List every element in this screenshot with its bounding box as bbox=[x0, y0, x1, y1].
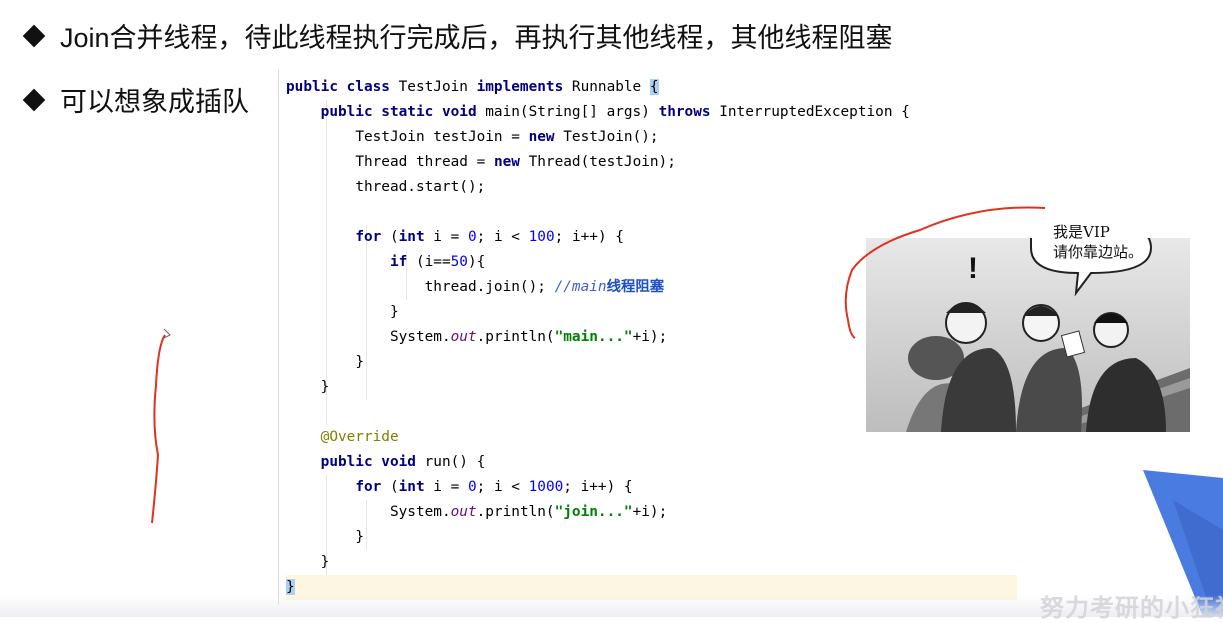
code-line: } bbox=[320, 554, 330, 570]
code-line: for (int i = 0; i < 1000; i++) { bbox=[355, 479, 633, 495]
video-watermark: 努力考研的小狂神 bbox=[1040, 595, 1223, 622]
bullet-text: Join合并线程，待此线程执行完成后，再执行其他线程，其他线程阻塞 bbox=[60, 23, 893, 53]
code-line: Thread thread = new Thread(testJoin); bbox=[355, 154, 676, 170]
speech-line: 我是VIP bbox=[1053, 223, 1110, 241]
code-line: TestJoin testJoin = new TestJoin(); bbox=[355, 129, 659, 145]
editor-gutter bbox=[278, 70, 279, 605]
red-annotation-stroke-cartoon bbox=[844, 206, 1046, 339]
red-annotation-stroke-left bbox=[151, 328, 171, 524]
code-line: } bbox=[355, 529, 364, 545]
code-line: System.out.println("join..."+i); bbox=[389, 504, 668, 520]
diamond-bullet-icon bbox=[22, 88, 46, 111]
bullet-item-join: Join合并线程，待此线程执行完成后，再执行其他线程，其他线程阻塞 bbox=[22, 16, 893, 55]
code-line: public static void main(String[] args) t… bbox=[320, 104, 910, 120]
speech-line: 请你靠边站。 bbox=[1053, 243, 1144, 261]
bullet-text: 可以想象成插队 bbox=[60, 87, 249, 117]
code-line: public void run() { bbox=[320, 454, 486, 470]
bullet-item-queue-jump: 可以想象成插队 bbox=[22, 80, 249, 119]
speech-bubble-text: 我是VIP 请你靠边站。 bbox=[1053, 222, 1143, 262]
diamond-bullet-icon bbox=[22, 24, 46, 47]
code-line: public class TestJoin implements Runnabl… bbox=[286, 79, 659, 95]
code-line: thread.start(); bbox=[355, 179, 486, 195]
